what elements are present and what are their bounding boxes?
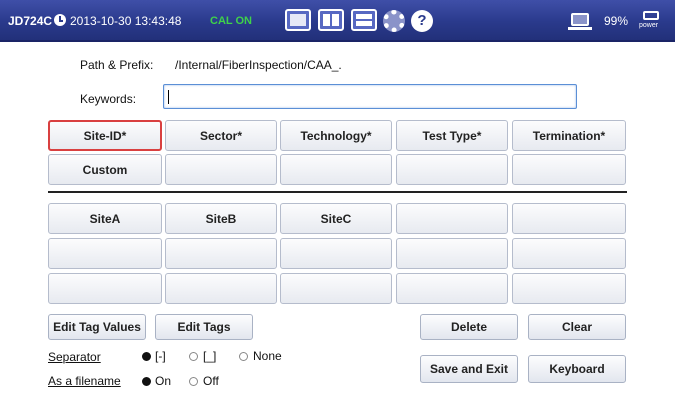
value-empty-slot[interactable]: [396, 273, 508, 304]
keywords-label: Keywords:: [80, 92, 137, 106]
battery-level: 99%: [604, 14, 629, 28]
tag-termination[interactable]: Termination*: [512, 120, 626, 151]
divider: [48, 191, 627, 193]
tag-test-type[interactable]: Test Type*: [396, 120, 508, 151]
value-empty-slot[interactable]: [512, 273, 626, 304]
edit-tags-button[interactable]: Edit Tags: [155, 314, 253, 340]
delete-button[interactable]: Delete: [420, 314, 518, 340]
value-empty-slot[interactable]: [280, 273, 392, 304]
path-prefix-label: Path & Prefix:: [80, 58, 154, 72]
as-filename-off-label[interactable]: Off: [203, 374, 219, 388]
separator-dash-label[interactable]: [-]: [155, 349, 166, 363]
single-view-icon[interactable]: [285, 9, 311, 31]
tag-sector[interactable]: Sector*: [165, 120, 277, 151]
separator-label: Separator: [48, 350, 101, 364]
separator-underscore-radio[interactable]: [189, 352, 198, 361]
tag-empty-slot[interactable]: [396, 154, 508, 185]
value-site-c[interactable]: SiteC: [280, 203, 392, 234]
edit-tag-values-button[interactable]: Edit Tag Values: [48, 314, 146, 340]
separator-dash-radio[interactable]: [142, 352, 151, 361]
path-prefix-value: /Internal/FiberInspection/CAA_.: [175, 58, 342, 72]
value-site-b[interactable]: SiteB: [165, 203, 277, 234]
value-empty-slot[interactable]: [48, 273, 162, 304]
separator-none-radio[interactable]: [239, 352, 248, 361]
value-empty-slot[interactable]: [165, 238, 277, 269]
value-empty-slot[interactable]: [512, 238, 626, 269]
as-filename-label: As a filename: [48, 374, 121, 388]
save-and-exit-button[interactable]: Save and Exit: [420, 355, 518, 383]
value-empty-slot[interactable]: [48, 238, 162, 269]
plug-icon: [643, 11, 659, 20]
keywords-input[interactable]: [163, 84, 577, 109]
value-empty-slot[interactable]: [512, 203, 626, 234]
tag-empty-slot[interactable]: [280, 154, 392, 185]
as-filename-on-label[interactable]: On: [155, 374, 171, 388]
split-view-icon[interactable]: [351, 9, 377, 31]
status-bar: JD724C 2013-10-30 13:43:48 CAL ON ? 99% …: [0, 0, 675, 42]
dual-view-icon[interactable]: [318, 9, 344, 31]
as-filename-on-radio[interactable]: [142, 377, 151, 386]
datetime-display: 2013-10-30 13:43:48: [70, 14, 182, 28]
clear-button[interactable]: Clear: [528, 314, 626, 340]
power-label: power: [639, 22, 659, 29]
value-empty-slot[interactable]: [396, 238, 508, 269]
value-site-a[interactable]: SiteA: [48, 203, 162, 234]
device-model: JD724C: [8, 14, 53, 28]
power-icon: power: [637, 9, 665, 33]
separator-none-label[interactable]: None: [253, 349, 282, 363]
help-icon[interactable]: ?: [411, 10, 433, 32]
tag-site-id[interactable]: Site-ID*: [48, 120, 162, 151]
tag-empty-slot[interactable]: [512, 154, 626, 185]
separator-underscore-label[interactable]: [_]: [203, 349, 216, 363]
clock-icon: [54, 14, 66, 26]
gear-icon[interactable]: [383, 10, 405, 32]
as-filename-off-radio[interactable]: [189, 377, 198, 386]
cal-status: CAL ON: [210, 15, 252, 27]
value-empty-slot[interactable]: [165, 273, 277, 304]
tag-custom[interactable]: Custom: [48, 154, 162, 185]
laptop-icon[interactable]: [568, 13, 592, 30]
tag-empty-slot[interactable]: [165, 154, 277, 185]
tag-technology[interactable]: Technology*: [280, 120, 392, 151]
value-empty-slot[interactable]: [280, 238, 392, 269]
value-empty-slot[interactable]: [396, 203, 508, 234]
text-caret: [168, 90, 169, 104]
keyboard-button[interactable]: Keyboard: [528, 355, 626, 383]
